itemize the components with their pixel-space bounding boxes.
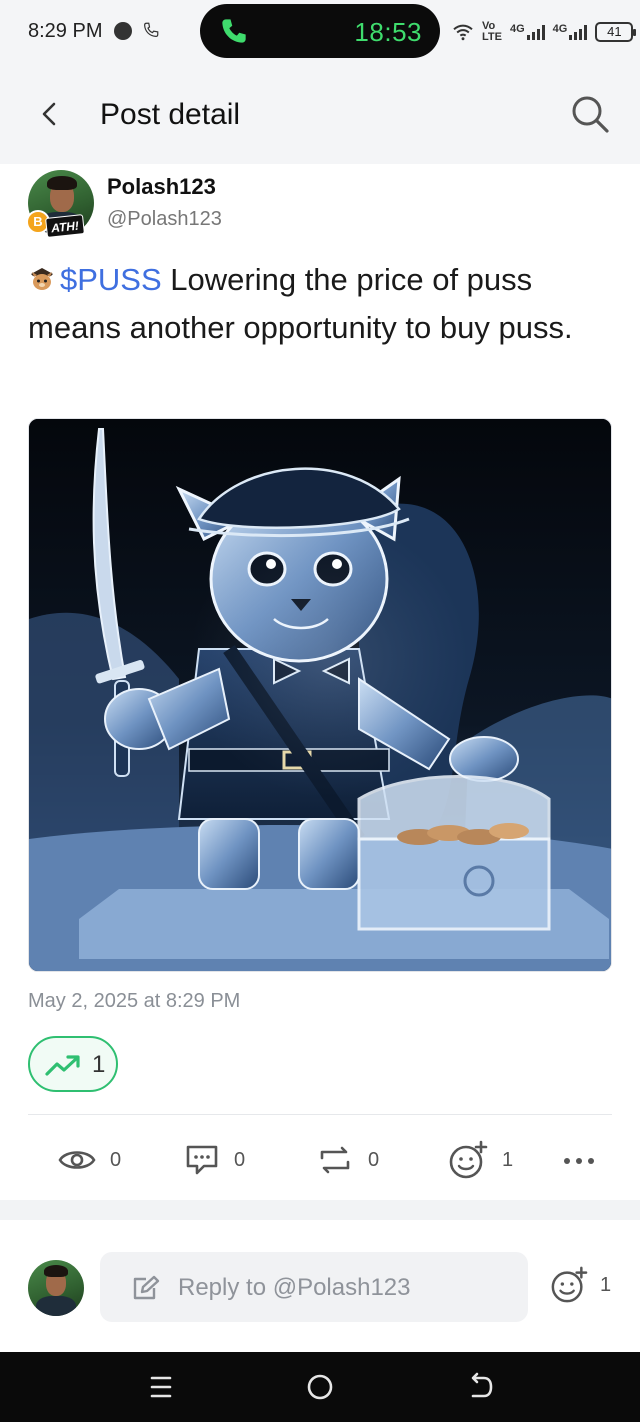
status-icons: Vo LTE 4G 4G 41: [452, 18, 637, 46]
comment-icon: [186, 1145, 218, 1175]
comment-button[interactable]: 0: [184, 1140, 245, 1180]
back-icon[interactable]: [466, 1372, 496, 1402]
call-duration: 18:53: [354, 17, 422, 47]
post-actions: 0 0 0 1: [0, 1130, 640, 1190]
phone-call-icon: [222, 19, 246, 43]
trend-reaction-chip[interactable]: 1: [28, 1036, 118, 1092]
search-icon[interactable]: [568, 92, 612, 136]
status-time: 8:29 PM: [28, 20, 103, 42]
reply-bar: Reply to @Polash123 1: [0, 1220, 640, 1350]
comments-count: 0: [234, 1148, 246, 1171]
react-button[interactable]: 1: [448, 1140, 513, 1180]
reply-reaction-count: 1: [600, 1273, 612, 1296]
recent-apps-icon[interactable]: [146, 1372, 176, 1402]
home-icon[interactable]: [305, 1372, 335, 1402]
more-options-icon[interactable]: [562, 1156, 596, 1166]
battery-indicator: 41: [595, 22, 637, 42]
reactions-count: 1: [502, 1148, 514, 1171]
divider: [28, 1114, 612, 1115]
ticker-link[interactable]: $PUSS: [60, 262, 162, 297]
reply-react-button[interactable]: 1: [550, 1266, 611, 1304]
views-count: 0: [110, 1148, 122, 1171]
call-pill[interactable]: 18:53: [200, 4, 440, 58]
status-bar: 8:29 PM 18:53 Vo LTE 4G 4G 41: [0, 0, 640, 64]
ath-badge: ATH!: [45, 214, 85, 238]
cat-pirate-icon: [31, 268, 53, 290]
repost-button[interactable]: 0: [316, 1140, 379, 1180]
add-reaction-icon: [551, 1266, 588, 1303]
reply-input[interactable]: Reply to @Polash123: [100, 1252, 528, 1322]
author-handle[interactable]: @Polash123: [107, 208, 222, 231]
page-title: Post detail: [100, 98, 241, 131]
section-separator: [0, 1200, 640, 1220]
post-author[interactable]: B ATH! Polash123 @Polash123: [26, 170, 616, 242]
edit-icon: [133, 1275, 160, 1300]
repost-icon: [320, 1146, 350, 1174]
reposts-count: 0: [368, 1148, 380, 1171]
wifi-icon: [453, 24, 473, 41]
author-name[interactable]: Polash123: [107, 174, 216, 200]
phone-icon: [144, 22, 159, 37]
eye-icon: [58, 1151, 96, 1169]
pirate-ice-cat-image: [29, 419, 611, 971]
views-button[interactable]: 0: [58, 1140, 121, 1180]
avatar[interactable]: [28, 1260, 84, 1316]
system-nav-bar: [0, 1352, 640, 1422]
trend-count: 1: [92, 1051, 106, 1078]
signal-sim1: 4G: [510, 24, 545, 40]
volte-indicator: Vo LTE: [482, 20, 502, 43]
post-image[interactable]: [28, 418, 612, 972]
chevron-left-icon[interactable]: [30, 94, 70, 134]
author-avatar-group[interactable]: B ATH!: [26, 170, 96, 240]
post-timestamp: May 2, 2025 at 8:29 PM: [28, 990, 241, 1012]
signal-sim2: 4G: [553, 24, 588, 40]
add-reaction-icon: [449, 1140, 488, 1179]
trending-up-icon: [45, 1055, 80, 1076]
reply-placeholder: Reply to @Polash123: [178, 1274, 411, 1301]
post-body: $PUSS Lowering the price of puss means a…: [28, 256, 614, 352]
top-app-bar: Post detail: [0, 64, 640, 164]
messenger-icon: [114, 22, 132, 40]
